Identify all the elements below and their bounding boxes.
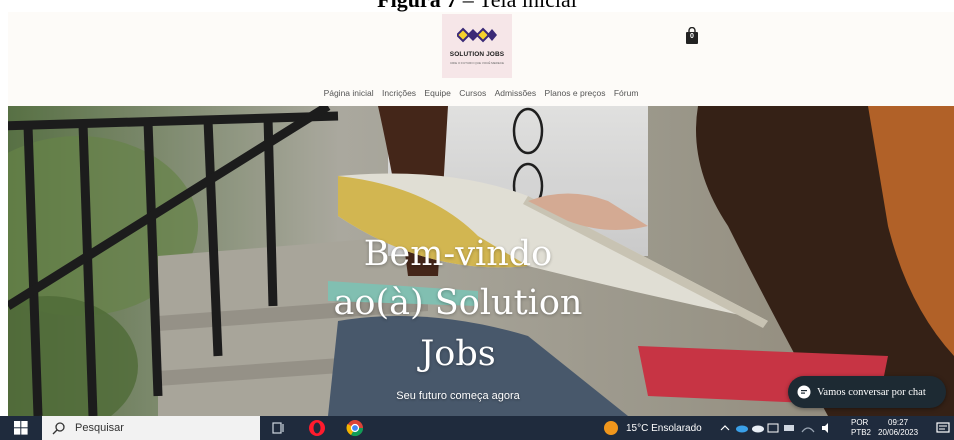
- taskbar-app-chrome[interactable]: [346, 416, 364, 440]
- taskbar-search-input[interactable]: Pesquisar: [42, 416, 260, 440]
- site-header: SOLUTION JOBS CRIE O FUTURO QUE VOCÊ MER…: [8, 12, 954, 106]
- document-caption: Figura 7 – Tela inicial: [0, 0, 954, 12]
- opera-icon: [309, 420, 325, 436]
- hero-subtitle: Seu futuro começa agora: [396, 390, 520, 402]
- taskbar-app-opera[interactable]: [308, 416, 326, 440]
- caption-label: Figura 7: [377, 0, 457, 12]
- site-logo[interactable]: SOLUTION JOBS CRIE O FUTURO QUE VOCÊ MER…: [442, 14, 512, 78]
- keyboard-layout: PTB2: [851, 428, 872, 437]
- chat-bubble-icon: [797, 385, 811, 399]
- logo-diamonds-icon: [457, 27, 497, 43]
- caption-text: Figura 7 – Tela inicial: [0, 0, 954, 12]
- system-tray[interactable]: [720, 416, 845, 440]
- nav-home[interactable]: Página inicial: [324, 88, 374, 98]
- hero-title-line-2: ao(à) Solution: [333, 283, 583, 323]
- start-button[interactable]: [14, 416, 28, 440]
- search-icon: [52, 421, 65, 434]
- hero-banner: Bem-vindo ao(à) Solution Jobs Seu futuro…: [8, 106, 954, 416]
- nav-team[interactable]: Equipe: [424, 88, 450, 98]
- windows-logo-icon: [14, 421, 28, 435]
- nav-plans-pricing[interactable]: Planos e preços: [545, 88, 606, 98]
- task-view-button[interactable]: [272, 416, 286, 440]
- clock-date: 20/06/2023: [878, 428, 919, 437]
- chat-button-label: Vamos conversar por chat: [817, 386, 926, 398]
- task-view-icon: [272, 422, 284, 434]
- caption-separator: –: [463, 0, 474, 12]
- taskbar-clock[interactable]: 09:27 20/06/2023: [878, 418, 918, 438]
- hero-title-line-3: Jobs: [420, 334, 496, 374]
- nav-admissions[interactable]: Admissões: [495, 88, 537, 98]
- logo-name: SOLUTION JOBS: [449, 51, 505, 58]
- tray-icons: [720, 423, 828, 433]
- nav-forum[interactable]: Fórum: [614, 88, 639, 98]
- notifications-button[interactable]: [936, 416, 950, 440]
- weather-widget[interactable]: 15°C Ensolarado: [604, 416, 702, 440]
- nav-courses[interactable]: Cursos: [459, 88, 486, 98]
- cart-button[interactable]: 0: [685, 26, 699, 45]
- sun-icon: [604, 421, 618, 435]
- language-indicator[interactable]: POR PTB2: [851, 418, 871, 438]
- main-nav: Página inicial Incrições Equipe Cursos A…: [8, 88, 954, 98]
- cart-count: 0: [690, 33, 694, 40]
- chrome-icon: [346, 420, 364, 437]
- notification-icon: [936, 422, 950, 433]
- logo-tagline: CRIE O FUTURO QUE VOCÊ MERECE: [449, 61, 504, 65]
- nav-enrollments[interactable]: Incrições: [382, 88, 416, 98]
- clock-time: 09:27: [888, 418, 909, 427]
- search-placeholder: Pesquisar: [75, 422, 124, 434]
- caption-title: Tela inicial: [479, 0, 577, 12]
- weather-text: 15°C Ensolarado: [626, 422, 702, 434]
- windows-taskbar: Pesquisar 15°C Ensolarado POR PTB2 09:27…: [0, 416, 954, 440]
- language-code: POR: [851, 418, 869, 427]
- chat-button[interactable]: Vamos conversar por chat: [788, 376, 946, 408]
- hero-title-line-1: Bem-vindo: [363, 234, 553, 274]
